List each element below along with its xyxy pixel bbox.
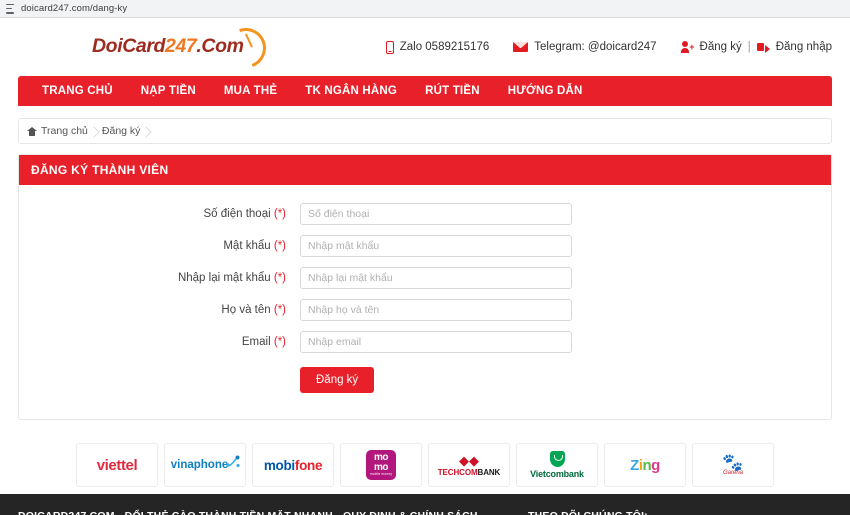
required-mark: (*)	[273, 336, 286, 348]
breadcrumb-home-label: Trang chủ	[41, 125, 88, 137]
page-content: Trang chủ Đăng ký ĐĂNG KÝ THÀNH VIÊN Số …	[0, 106, 850, 420]
momo-logo: mo mo mobile money	[366, 450, 396, 480]
breadcrumb: Trang chủ Đăng ký	[18, 118, 832, 144]
required-mark: (*)	[273, 240, 286, 252]
form-row-email: Email (*)	[19, 331, 831, 353]
nav-item-tk-ngan-hang[interactable]: TK NGÂN HÀNG	[291, 76, 411, 106]
partner-garena[interactable]: 🐾 Garena	[692, 443, 774, 487]
zing-logo: Zing	[630, 456, 660, 474]
page-root: DoiCard247.Com Zalo 0589215176 Telegram:…	[0, 18, 850, 515]
nav-item-mua-the[interactable]: MUA THẺ	[210, 76, 291, 106]
telegram-contact[interactable]: Telegram: @doicard247	[513, 41, 657, 53]
speedometer-arc-icon	[218, 21, 273, 75]
register-link[interactable]: Đăng ký	[700, 41, 742, 53]
partner-logo-strip: viettel vinaphone mobifone mo mo mobile …	[0, 436, 850, 494]
telegram-label: Telegram: @doicard247	[534, 41, 657, 53]
required-mark: (*)	[273, 304, 286, 316]
login-icon	[756, 41, 770, 53]
zalo-label: Zalo 0589215176	[399, 41, 490, 53]
logo-wordmark: DoiCard247.Com	[92, 37, 244, 57]
garena-logo: Garena	[722, 470, 743, 476]
vinaphone-logo: vinaphone	[171, 455, 240, 471]
label-email: Email (*)	[241, 336, 286, 348]
site-header: DoiCard247.Com Zalo 0589215176 Telegram:…	[0, 18, 850, 76]
mail-icon	[513, 42, 529, 52]
partner-vinaphone[interactable]: vinaphone	[164, 443, 246, 487]
registration-card-title: ĐĂNG KÝ THÀNH VIÊN	[19, 155, 831, 185]
nav-item-huong-dan[interactable]: HƯỚNG DẪN	[494, 76, 597, 106]
auth-separator: |	[747, 41, 751, 53]
partner-zing[interactable]: Zing	[604, 443, 686, 487]
viettel-logo: viettel	[96, 456, 138, 474]
partner-techcombank[interactable]: ◆◆ TECHCOMBANK	[428, 443, 510, 487]
techcombank-logo: TECHCOMBANK	[437, 467, 501, 477]
nav-item-trang-chu[interactable]: TRANG CHỦ	[28, 76, 127, 106]
page-info-icon	[6, 3, 14, 14]
footer-about-title: DOICARD247.COM - ĐỔI THẺ CÀO THÀNH TIỀN …	[18, 507, 343, 515]
header-contact-group: Zalo 0589215176 Telegram: @doicard247 + …	[385, 40, 832, 54]
label-confirm-password: Nhập lại mật khẩu (*)	[177, 272, 286, 284]
phone-icon	[385, 40, 394, 54]
form-row-password: Mật khẩu (*)	[19, 235, 831, 257]
main-navigation: TRANG CHỦ NẠP TIỀN MUA THẺ TK NGÂN HÀNG …	[18, 76, 832, 106]
site-logo[interactable]: DoiCard247.Com	[92, 21, 273, 75]
mobifone-logo: mobifone	[263, 457, 323, 473]
password-input[interactable]	[300, 235, 572, 257]
form-row-confirm-password: Nhập lại mật khẩu (*)	[19, 267, 831, 289]
footer-social-title: THEO DÕI CHÚNG TÔI:	[528, 507, 832, 515]
registration-card: ĐĂNG KÝ THÀNH VIÊN Số điện thoại (*) Mật…	[18, 154, 832, 420]
browser-url-bar[interactable]: doicard247.com/dang-ky	[0, 0, 850, 18]
logo-part-2: 247	[165, 35, 197, 58]
vietcombank-shield-icon	[549, 451, 565, 467]
label-password: Mật khẩu (*)	[223, 240, 286, 252]
partner-mobifone[interactable]: mobifone	[252, 443, 334, 487]
breadcrumb-item-current: Đăng ký	[102, 125, 155, 137]
garena-mark-icon: 🐾	[722, 453, 744, 472]
url-text: doicard247.com/dang-ky	[21, 3, 128, 14]
footer-col-policy: QUY ĐỊNH & CHÍNH SÁCH	[343, 507, 528, 515]
registration-form: Số điện thoại (*) Mật khẩu (*) Nhập lại …	[19, 185, 831, 419]
vinaphone-swoosh-icon	[226, 455, 240, 468]
form-row-phone: Số điện thoại (*)	[19, 203, 831, 225]
auth-links: + Đăng ký | Đăng nhập	[680, 41, 832, 53]
label-fullname: Họ và tên (*)	[221, 304, 286, 316]
user-plus-icon: +	[680, 41, 695, 53]
email-input[interactable]	[300, 331, 572, 353]
phone-input[interactable]	[300, 203, 572, 225]
login-link[interactable]: Đăng nhập	[776, 41, 832, 53]
nav-item-nap-tien[interactable]: NẠP TIỀN	[127, 76, 210, 106]
required-mark: (*)	[273, 208, 286, 220]
footer-col-social: THEO DÕI CHÚNG TÔI: f G+ ▶	[528, 507, 832, 515]
nav-item-rut-tien[interactable]: RÚT TIỀN	[411, 76, 494, 106]
confirm-password-input[interactable]	[300, 267, 572, 289]
footer-policy-title[interactable]: QUY ĐỊNH & CHÍNH SÁCH	[343, 507, 528, 515]
partner-viettel[interactable]: viettel	[76, 443, 158, 487]
breadcrumb-item-home[interactable]: Trang chủ	[27, 125, 102, 137]
logo-part-1: DoiCard	[92, 35, 166, 58]
techcombank-diamond-icon: ◆◆	[459, 452, 479, 468]
partner-momo[interactable]: mo mo mobile money	[340, 443, 422, 487]
label-phone: Số điện thoại (*)	[203, 208, 286, 220]
fullname-input[interactable]	[300, 299, 572, 321]
breadcrumb-current-label: Đăng ký	[101, 125, 141, 137]
required-mark: (*)	[273, 272, 286, 284]
form-actions: Đăng ký	[19, 367, 831, 393]
vietcombank-logo: Vietcombank	[530, 469, 584, 479]
form-actions-spacer	[19, 367, 300, 393]
register-submit-button[interactable]: Đăng ký	[300, 367, 375, 393]
partner-vietcombank[interactable]: Vietcombank	[516, 443, 598, 487]
zalo-contact[interactable]: Zalo 0589215176	[385, 40, 490, 54]
home-icon	[27, 126, 37, 136]
footer-col-about: DOICARD247.COM - ĐỔI THẺ CÀO THÀNH TIỀN …	[18, 507, 343, 515]
form-row-fullname: Họ và tên (*)	[19, 299, 831, 321]
site-footer: DOICARD247.COM - ĐỔI THẺ CÀO THÀNH TIỀN …	[0, 494, 850, 515]
